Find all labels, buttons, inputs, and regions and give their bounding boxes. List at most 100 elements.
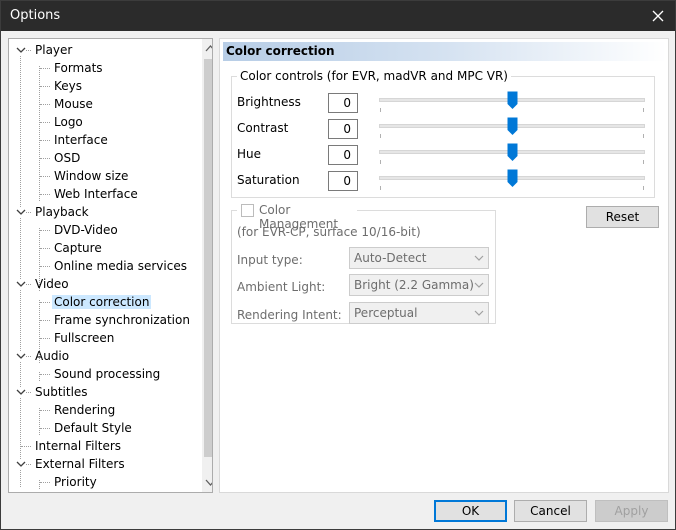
tree-item-label: Interface	[54, 133, 108, 147]
tree-item-label: Rendering	[54, 403, 116, 417]
tree-scrollbar[interactable]	[202, 39, 213, 492]
brightness-slider-thumb[interactable]	[507, 91, 518, 110]
tree-item-label: Playback	[35, 205, 89, 219]
settings-panel: Color correction Color controls (for EVR…	[219, 38, 669, 493]
input-type-select[interactable]: Auto-Detect	[349, 247, 489, 269]
saturation-slider-thumb[interactable]	[507, 169, 518, 188]
ok-button[interactable]: OK	[434, 500, 507, 522]
tree-item-formats[interactable]: Formats	[52, 59, 105, 77]
tree-item-priority[interactable]: Priority	[52, 473, 99, 491]
tree-item-label: Color correction	[52, 295, 152, 309]
rendering-intent-value: Perceptual	[354, 306, 418, 320]
hue-value-input[interactable]: 0	[328, 145, 358, 165]
title-bar: Options	[1, 1, 675, 31]
hue-label: Hue	[237, 147, 262, 161]
tree-item-video[interactable]: Video	[33, 275, 71, 293]
tree-item-label: Capture	[54, 241, 102, 255]
rendering-intent-label: Rendering Intent:	[237, 308, 342, 322]
chevron-down-icon	[474, 282, 484, 288]
tree-item-label: Player	[35, 43, 73, 57]
tree-item-osd[interactable]: OSD	[52, 149, 82, 167]
slider-tick	[380, 160, 381, 164]
tree-item-external-filters[interactable]: External Filters	[33, 455, 127, 473]
input-type-label: Input type:	[237, 253, 303, 267]
tree-item-default-style[interactable]: Default Style	[52, 419, 134, 437]
window-title: Options	[10, 8, 61, 23]
tree-item-color-correction[interactable]: Color correction	[52, 293, 152, 311]
tree-item-frame-synchronization[interactable]: Frame synchronization	[52, 311, 192, 329]
panel-title: Color correction	[223, 42, 667, 61]
color-controls-title: Color controls (for EVR, madVR and MPC V…	[237, 69, 511, 83]
tree-item-playback[interactable]: Playback	[33, 203, 91, 221]
tree-item-subtitles[interactable]: Subtitles	[33, 383, 90, 401]
tree-item-label: OSD	[54, 151, 81, 165]
tree-item-label: Internal Filters	[35, 439, 122, 453]
tree-item-web-interface[interactable]: Web Interface	[52, 185, 140, 203]
tree-item-label: Audio	[35, 349, 70, 363]
chevron-down-icon[interactable]	[16, 387, 26, 397]
tree-item-label: Web Interface	[54, 187, 138, 201]
chevron-down-icon[interactable]	[16, 45, 26, 55]
slider-tick	[643, 160, 644, 164]
tree-item-window-size[interactable]: Window size	[52, 167, 130, 185]
slider-tick	[380, 186, 381, 190]
tree-item-interface[interactable]: Interface	[52, 131, 110, 149]
chevron-down-icon[interactable]	[16, 207, 26, 217]
cancel-button[interactable]: Cancel	[514, 500, 587, 522]
tree-item-label: Video	[35, 277, 69, 291]
tree-item-capture[interactable]: Capture	[52, 239, 104, 257]
chevron-down-icon[interactable]	[16, 459, 26, 469]
tree-item-label: Online media services	[54, 259, 187, 273]
slider-tick	[380, 134, 381, 138]
tree-item-label: Logo	[54, 115, 83, 129]
options-window: Options Player Formats Keys Mouse Logo Interf…	[0, 0, 676, 530]
tree-item-label: Fullscreen	[54, 331, 115, 345]
color-management-note: (for EVR-CP, surface 10/16-bit)	[237, 225, 421, 239]
chevron-down-icon[interactable]	[16, 279, 26, 289]
brightness-label: Brightness	[237, 95, 301, 109]
contrast-slider-thumb[interactable]	[507, 117, 518, 136]
tree-item-label: Priority	[54, 475, 97, 489]
saturation-value-input[interactable]: 0	[328, 171, 358, 191]
tree-item-logo[interactable]: Logo	[52, 113, 85, 131]
tree-item-fullscreen[interactable]: Fullscreen	[52, 329, 116, 347]
tree-item-label: Default Style	[54, 421, 132, 435]
color-management-checkbox[interactable]	[241, 204, 254, 217]
input-type-value: Auto-Detect	[354, 251, 427, 265]
slider-tick	[643, 186, 644, 190]
color-management-group: Color Management (for EVR-CP, surface 10…	[231, 203, 496, 324]
tree-item-label: Sound processing	[54, 367, 161, 381]
options-tree: Player Formats Keys Mouse Logo Interface OSD Wi…	[8, 38, 213, 493]
tree-item-keys[interactable]: Keys	[52, 77, 84, 95]
tree-item-mouse[interactable]: Mouse	[52, 95, 95, 113]
ambient-light-label: Ambient Light:	[237, 280, 326, 294]
close-icon[interactable]	[641, 1, 675, 31]
ambient-light-value: Bright (2.2 Gamma)	[354, 278, 474, 292]
tree-item-player[interactable]: Player	[33, 41, 74, 59]
apply-button[interactable]: Apply	[595, 500, 668, 522]
rendering-intent-select[interactable]: Perceptual	[349, 302, 489, 324]
tree-item-sound-processing[interactable]: Sound processing	[52, 365, 162, 383]
tree-item-label: Window size	[54, 169, 129, 183]
ambient-light-select[interactable]: Bright (2.2 Gamma)	[349, 274, 489, 296]
chevron-down-icon[interactable]	[16, 351, 26, 361]
tree-item-dvd-video[interactable]: DVD-Video	[52, 221, 120, 239]
tree-item-audio[interactable]: Audio	[33, 347, 71, 365]
contrast-value-input[interactable]: 0	[328, 119, 358, 139]
tree-item-label: Formats	[54, 61, 103, 75]
tree-item-internal-filters[interactable]: Internal Filters	[33, 437, 123, 455]
hue-slider-thumb[interactable]	[507, 143, 518, 162]
tree-item-online-media-services[interactable]: Online media services	[52, 257, 189, 275]
scroll-down-icon[interactable]	[205, 477, 213, 488]
scrollbar-thumb[interactable]	[204, 59, 212, 457]
slider-tick	[380, 108, 381, 112]
contrast-label: Contrast	[237, 121, 289, 135]
scroll-up-icon[interactable]	[205, 43, 213, 54]
tree-item-label: Frame synchronization	[54, 313, 190, 327]
tree-item-label: Mouse	[54, 97, 93, 111]
tree-item-rendering[interactable]: Rendering	[52, 401, 117, 419]
reset-button[interactable]: Reset	[586, 206, 659, 228]
brightness-value-input[interactable]: 0	[328, 93, 358, 113]
color-controls-group: Color controls (for EVR, madVR and MPC V…	[231, 69, 655, 198]
slider-tick	[643, 108, 644, 112]
